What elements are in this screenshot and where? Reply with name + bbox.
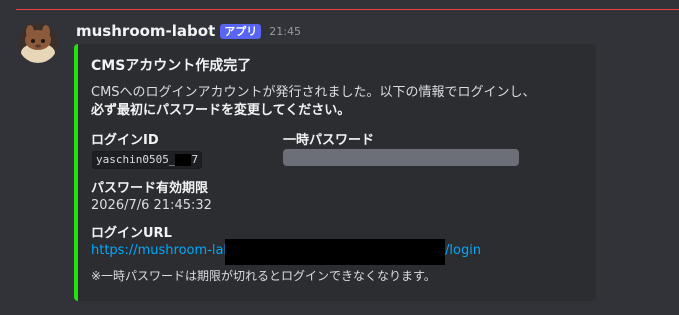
field-name-login-url: ログインURL: [91, 226, 172, 241]
field-name-password-expiry: パスワード有効期限: [91, 181, 209, 196]
temp-password-spoiler[interactable]: [283, 149, 519, 166]
message-timestamp[interactable]: 21:45: [269, 25, 301, 38]
embed-description: CMSへのログインアカウントが発行されました。以下の情報でログインし、 必ず最初…: [91, 84, 536, 120]
login-url-link-end[interactable]: /login: [445, 243, 481, 258]
login-id-prefix: yaschin0505_: [96, 153, 176, 166]
redaction-block: [175, 154, 192, 166]
avatar[interactable]: [18, 23, 58, 63]
new-messages-divider: [16, 9, 679, 10]
username[interactable]: mushroom-labot: [76, 22, 215, 40]
password-expiry-value: 2026/7/6 21:45:32: [91, 198, 212, 213]
embed-card: CMSアカウント作成完了 CMSへのログインアカウントが発行されました。以下の情…: [74, 44, 596, 301]
login-url-link-start[interactable]: https://mushroom-lab: [91, 243, 232, 258]
login-url-redaction: [225, 239, 445, 265]
app-badge: アプリ: [220, 23, 262, 39]
embed-title: CMSアカウント作成完了: [91, 58, 252, 74]
embed-description-line-1: CMSへのログインアカウントが発行されました。以下の情報でログインし、: [91, 85, 536, 100]
login-id-code[interactable]: yaschin0505_ 7: [92, 151, 203, 169]
login-id-suffix: 7: [191, 153, 199, 166]
field-name-login-id: ログインID: [91, 133, 159, 148]
field-name-temp-password: 一時パスワード: [283, 133, 375, 148]
avatar-image-icon: [18, 23, 58, 63]
embed-description-line-2: 必ず最初にパスワードを変更してください。: [91, 103, 351, 118]
embed-footer-note: ※一時パスワードは期限が切れるとログインできなくなります。: [91, 269, 436, 283]
message-header: mushroom-labot アプリ 21:45: [76, 20, 301, 42]
